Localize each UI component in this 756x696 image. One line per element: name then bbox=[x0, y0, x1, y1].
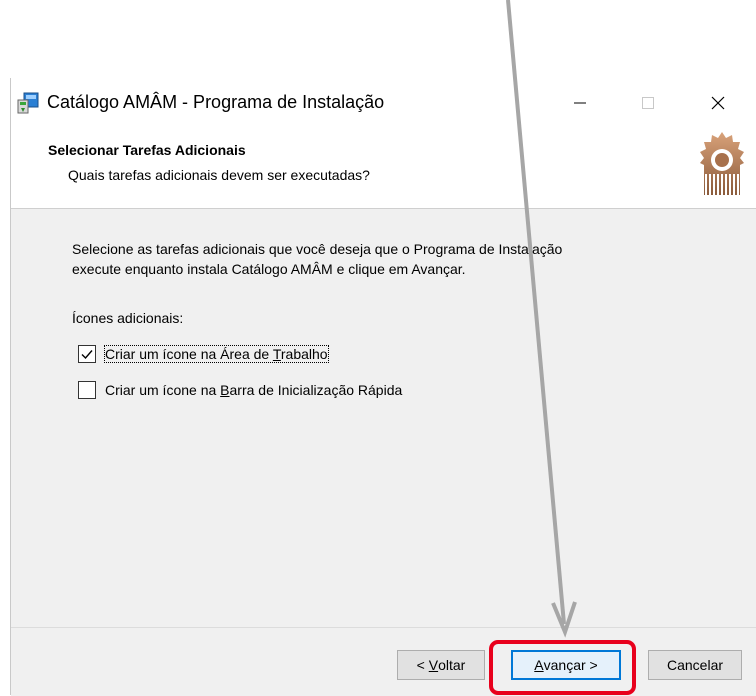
annotation-arrow-icon bbox=[506, 0, 577, 638]
